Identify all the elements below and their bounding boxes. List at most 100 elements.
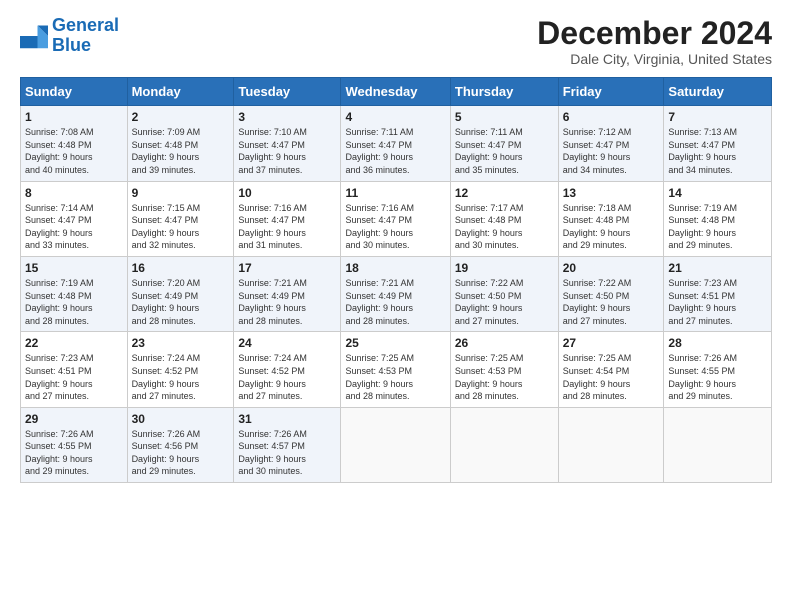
calendar-cell: 26 Sunrise: 7:25 AM Sunset: 4:53 PM Dayli… [450,332,558,407]
day-number: 18 [345,261,445,275]
calendar-cell: 11Sunrise: 7:16 AM Sunset: 4:47 PM Dayli… [341,181,450,256]
calendar-cell: 30Sunrise: 7:26 AM Sunset: 4:56 PM Dayli… [127,407,234,482]
calendar-cell [558,407,664,482]
calendar-cell: 14Sunrise: 7:19 AM Sunset: 4:48 PM Dayli… [664,181,772,256]
day-number: 22 [25,336,123,350]
header-day-saturday: Saturday [664,78,772,106]
calendar-cell [341,407,450,482]
header-day-tuesday: Tuesday [234,78,341,106]
calendar-cell [450,407,558,482]
day-number: 5 [455,110,554,124]
week-row-1: 8 Sunrise: 7:14 AM Sunset: 4:47 PM Daylig… [21,181,772,256]
day-number: 13 [563,186,660,200]
day-number: 15 [25,261,123,275]
calendar-cell: 15 Sunrise: 7:19 AM Sunset: 4:48 PM Dayli… [21,256,128,331]
day-info: Sunrise: 7:08 AM Sunset: 4:48 PM Dayligh… [25,126,123,176]
week-row-2: 15 Sunrise: 7:19 AM Sunset: 4:48 PM Dayli… [21,256,772,331]
logo-text: General Blue [52,16,119,56]
day-info: Sunrise: 7:14 AM Sunset: 4:47 PM Dayligh… [25,202,123,252]
header-day-wednesday: Wednesday [341,78,450,106]
calendar-cell: 18Sunrise: 7:21 AM Sunset: 4:49 PM Dayli… [341,256,450,331]
day-info: Sunrise: 7:11 AM Sunset: 4:47 PM Dayligh… [345,126,445,176]
day-number: 25 [345,336,445,350]
day-number: 3 [238,110,336,124]
header-day-thursday: Thursday [450,78,558,106]
day-info: Sunrise: 7:12 AM Sunset: 4:47 PM Dayligh… [563,126,660,176]
day-info: Sunrise: 7:25 AM Sunset: 4:54 PM Dayligh… [563,352,660,402]
week-row-4: 29 Sunrise: 7:26 AM Sunset: 4:55 PM Dayli… [21,407,772,482]
page: General Blue December 2024 Dale City, Vi… [0,0,792,493]
day-info: Sunrise: 7:18 AM Sunset: 4:48 PM Dayligh… [563,202,660,252]
day-number: 24 [238,336,336,350]
subtitle: Dale City, Virginia, United States [537,51,772,67]
logo-icon [20,22,48,50]
calendar-cell: 9 Sunrise: 7:15 AM Sunset: 4:47 PM Daylig… [127,181,234,256]
day-number: 12 [455,186,554,200]
day-number: 10 [238,186,336,200]
calendar-cell: 4Sunrise: 7:11 AM Sunset: 4:47 PM Daylig… [341,106,450,181]
day-number: 26 [455,336,554,350]
day-number: 16 [132,261,230,275]
day-info: Sunrise: 7:13 AM Sunset: 4:47 PM Dayligh… [668,126,767,176]
calendar-cell: 25Sunrise: 7:25 AM Sunset: 4:53 PM Dayli… [341,332,450,407]
logo-line1: General [52,15,119,35]
calendar-cell: 5 Sunrise: 7:11 AM Sunset: 4:47 PM Daylig… [450,106,558,181]
day-number: 29 [25,412,123,426]
day-number: 1 [25,110,123,124]
logo: General Blue [20,16,119,56]
calendar-cell: 27 Sunrise: 7:25 AM Sunset: 4:54 PM Dayli… [558,332,664,407]
day-info: Sunrise: 7:16 AM Sunset: 4:47 PM Dayligh… [238,202,336,252]
title-area: December 2024 Dale City, Virginia, Unite… [537,16,772,67]
day-number: 8 [25,186,123,200]
calendar-cell: 2 Sunrise: 7:09 AM Sunset: 4:48 PM Daylig… [127,106,234,181]
day-info: Sunrise: 7:22 AM Sunset: 4:50 PM Dayligh… [563,277,660,327]
calendar-cell: 21 Sunrise: 7:23 AM Sunset: 4:51 PM Dayli… [664,256,772,331]
day-number: 2 [132,110,230,124]
calendar-cell: 20Sunrise: 7:22 AM Sunset: 4:50 PM Dayli… [558,256,664,331]
day-info: Sunrise: 7:26 AM Sunset: 4:56 PM Dayligh… [132,428,230,478]
calendar-cell: 19Sunrise: 7:22 AM Sunset: 4:50 PM Dayli… [450,256,558,331]
header-row: SundayMondayTuesdayWednesdayThursdayFrid… [21,78,772,106]
day-number: 6 [563,110,660,124]
calendar-cell [664,407,772,482]
day-info: Sunrise: 7:22 AM Sunset: 4:50 PM Dayligh… [455,277,554,327]
day-info: Sunrise: 7:23 AM Sunset: 4:51 PM Dayligh… [668,277,767,327]
day-number: 7 [668,110,767,124]
calendar-cell: 23Sunrise: 7:24 AM Sunset: 4:52 PM Dayli… [127,332,234,407]
calendar-cell: 1 Sunrise: 7:08 AM Sunset: 4:48 PM Daylig… [21,106,128,181]
calendar-cell: 3Sunrise: 7:10 AM Sunset: 4:47 PM Daylig… [234,106,341,181]
day-info: Sunrise: 7:24 AM Sunset: 4:52 PM Dayligh… [238,352,336,402]
day-info: Sunrise: 7:15 AM Sunset: 4:47 PM Dayligh… [132,202,230,252]
calendar-cell: 10 Sunrise: 7:16 AM Sunset: 4:47 PM Dayli… [234,181,341,256]
logo-line2: Blue [52,35,91,55]
calendar-cell: 13 Sunrise: 7:18 AM Sunset: 4:48 PM Dayli… [558,181,664,256]
calendar-header: SundayMondayTuesdayWednesdayThursdayFrid… [21,78,772,106]
day-info: Sunrise: 7:09 AM Sunset: 4:48 PM Dayligh… [132,126,230,176]
day-info: Sunrise: 7:26 AM Sunset: 4:55 PM Dayligh… [25,428,123,478]
week-row-0: 1 Sunrise: 7:08 AM Sunset: 4:48 PM Daylig… [21,106,772,181]
calendar-cell: 31Sunrise: 7:26 AM Sunset: 4:57 PM Dayli… [234,407,341,482]
day-number: 28 [668,336,767,350]
day-number: 9 [132,186,230,200]
header-day-friday: Friday [558,78,664,106]
calendar-cell: 12 Sunrise: 7:17 AM Sunset: 4:48 PM Dayli… [450,181,558,256]
calendar-cell: 28Sunrise: 7:26 AM Sunset: 4:55 PM Dayli… [664,332,772,407]
calendar-cell: 7 Sunrise: 7:13 AM Sunset: 4:47 PM Daylig… [664,106,772,181]
day-info: Sunrise: 7:11 AM Sunset: 4:47 PM Dayligh… [455,126,554,176]
day-info: Sunrise: 7:19 AM Sunset: 4:48 PM Dayligh… [25,277,123,327]
day-info: Sunrise: 7:23 AM Sunset: 4:51 PM Dayligh… [25,352,123,402]
day-info: Sunrise: 7:20 AM Sunset: 4:49 PM Dayligh… [132,277,230,327]
calendar-cell: 6 Sunrise: 7:12 AM Sunset: 4:47 PM Daylig… [558,106,664,181]
day-number: 27 [563,336,660,350]
day-info: Sunrise: 7:19 AM Sunset: 4:48 PM Dayligh… [668,202,767,252]
calendar-cell: 24 Sunrise: 7:24 AM Sunset: 4:52 PM Dayli… [234,332,341,407]
day-info: Sunrise: 7:26 AM Sunset: 4:57 PM Dayligh… [238,428,336,478]
calendar-cell: 17Sunrise: 7:21 AM Sunset: 4:49 PM Dayli… [234,256,341,331]
calendar-cell: 8 Sunrise: 7:14 AM Sunset: 4:47 PM Daylig… [21,181,128,256]
calendar-cell: 22 Sunrise: 7:23 AM Sunset: 4:51 PM Dayli… [21,332,128,407]
calendar-cell: 16 Sunrise: 7:20 AM Sunset: 4:49 PM Dayli… [127,256,234,331]
day-number: 23 [132,336,230,350]
day-info: Sunrise: 7:17 AM Sunset: 4:48 PM Dayligh… [455,202,554,252]
day-number: 21 [668,261,767,275]
day-info: Sunrise: 7:25 AM Sunset: 4:53 PM Dayligh… [455,352,554,402]
